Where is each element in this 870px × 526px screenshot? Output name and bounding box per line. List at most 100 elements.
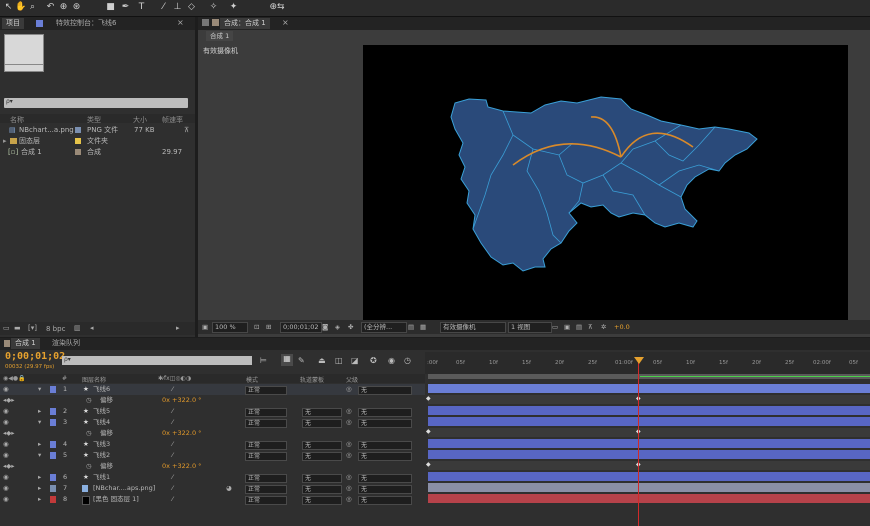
expand-arrow-icon[interactable]: ▾ bbox=[38, 450, 41, 461]
layer-bar[interactable] bbox=[428, 494, 870, 503]
label-swatch[interactable] bbox=[50, 441, 56, 448]
viewer-timecode[interactable]: 0;00;01;02 bbox=[280, 322, 322, 333]
trkmat-select[interactable]: 无 bbox=[302, 419, 342, 428]
timeline-icon[interactable]: ▤ bbox=[576, 323, 582, 331]
safe-areas-icon[interactable]: ⊡ bbox=[254, 323, 259, 331]
parent-select[interactable]: 无 bbox=[358, 452, 412, 461]
mode-select[interactable]: 正常 bbox=[245, 441, 287, 450]
layer-name[interactable]: 飞线6 bbox=[93, 384, 110, 395]
layer-row[interactable]: ◉ ▸ 8 [黑色 固态层 1] ⁄ 正常 无 ◎ 无 bbox=[0, 494, 425, 505]
new-folder-icon[interactable]: ▬ bbox=[14, 324, 21, 332]
layer-row[interactable]: ◉ ▾ 5 ★ 飞线2 ⁄ 正常 无 ◎ 无 bbox=[0, 450, 425, 461]
label-swatch[interactable] bbox=[50, 496, 56, 503]
selection-tool-icon[interactable]: ↖ bbox=[3, 2, 14, 13]
parent-select[interactable]: 无 bbox=[358, 408, 412, 417]
transparency-grid-icon[interactable]: ▦ bbox=[420, 323, 426, 331]
project-item-png[interactable]: ▤ NBchart...a.png PNG 文件 77 KB ⊼ bbox=[0, 125, 195, 135]
region-of-interest-icon[interactable]: ▤ bbox=[408, 323, 414, 331]
current-time-indicator[interactable] bbox=[638, 358, 639, 526]
stopwatch-icon[interactable]: ◷ bbox=[86, 428, 92, 439]
flowchart-icon[interactable]: ⊼ bbox=[588, 323, 593, 331]
project-search-input[interactable]: ρ▾ bbox=[4, 98, 188, 108]
layer-row[interactable]: ◉ ▸ 7 [NBchar....aps.png] ⁄ ◕ 正常 无 ◎ 无 bbox=[0, 483, 425, 494]
pickwhip-icon[interactable]: ◎ bbox=[346, 450, 352, 461]
layer-bar[interactable] bbox=[428, 472, 870, 481]
expand-arrow-icon[interactable]: ▸ bbox=[38, 494, 41, 505]
layer-name[interactable]: 飞线5 bbox=[93, 406, 110, 417]
new-comp-icon[interactable]: [▾] bbox=[28, 324, 37, 332]
effect-property-row[interactable]: ◂◆▸ ◷ 偏移 0x +322.0 ° bbox=[0, 461, 425, 472]
draft-3d-icon[interactable]: ✎ bbox=[298, 356, 305, 365]
rotate-tool-icon[interactable]: ↶ bbox=[45, 2, 56, 13]
brainstorm-icon[interactable]: ◉ bbox=[388, 356, 395, 365]
layer-bar[interactable] bbox=[428, 439, 870, 448]
comp-navigator-button[interactable]: 合成 1 bbox=[206, 31, 234, 41]
label-swatch[interactable] bbox=[50, 386, 56, 393]
axis-icon[interactable]: ⊕⇆ bbox=[266, 2, 288, 13]
keyframe-nav-icon[interactable]: ◂◆▸ bbox=[3, 395, 15, 406]
lock-icon[interactable] bbox=[202, 19, 209, 26]
frame-blend-icon[interactable]: ◫ bbox=[335, 356, 343, 365]
parent-select[interactable]: 无 bbox=[358, 441, 412, 450]
property-value[interactable]: 0x +322.0 ° bbox=[162, 395, 201, 406]
layer-name[interactable]: 飞线1 bbox=[93, 472, 110, 483]
composition-canvas[interactable] bbox=[363, 45, 848, 321]
tab-effect-controls[interactable]: 特效控制台：飞线6 bbox=[52, 18, 120, 29]
mode-select[interactable]: 正常 bbox=[245, 419, 287, 428]
quality-icon[interactable]: ⁄ bbox=[172, 439, 173, 450]
mode-select[interactable]: 正常 bbox=[245, 386, 287, 395]
time-ruler[interactable]: :00f 05f 10f 15f 20f 25f 01:00f 05f 10f … bbox=[425, 352, 870, 374]
stopwatch-icon[interactable]: ◷ bbox=[86, 461, 92, 472]
layer-name[interactable]: 飞线3 bbox=[93, 439, 110, 450]
col-parent[interactable]: 父级 bbox=[346, 375, 358, 384]
camera-select[interactable]: 有效摄像机 bbox=[440, 322, 506, 333]
expand-arrow-icon[interactable]: ▾ bbox=[38, 384, 41, 395]
keyframe-track[interactable]: ◆ ◆ bbox=[426, 428, 870, 437]
view-layout-select[interactable]: 1 视图 bbox=[508, 322, 552, 333]
expand-arrow-icon[interactable]: ▸ bbox=[38, 483, 41, 494]
parent-select[interactable]: 无 bbox=[358, 474, 412, 483]
3d-layer-icon[interactable]: ◕ bbox=[226, 483, 232, 494]
label-swatch[interactable] bbox=[50, 419, 56, 426]
interpret-footage-icon[interactable]: ▭ bbox=[3, 324, 10, 332]
close-icon[interactable]: × bbox=[282, 18, 289, 27]
layer-row[interactable]: ◉ ▾ 1 ★ 飞线6 ⁄ 正常 ◎ 无 bbox=[0, 384, 425, 395]
col-size[interactable]: 大小 bbox=[133, 115, 147, 125]
parent-select[interactable]: 无 bbox=[358, 419, 412, 428]
rectangle-tool-icon[interactable]: ■ bbox=[105, 2, 116, 13]
label-swatch[interactable] bbox=[50, 408, 56, 415]
trkmat-select[interactable]: 无 bbox=[302, 485, 342, 494]
layer-row[interactable]: ◉ ▸ 6 ★ 飞线1 ⁄ 正常 无 ◎ 无 bbox=[0, 472, 425, 483]
eye-icon[interactable]: ◉ bbox=[3, 450, 9, 461]
layer-name[interactable]: [黑色 固态层 1] bbox=[93, 494, 139, 505]
puppet-tool-icon[interactable]: ✦ bbox=[228, 2, 239, 13]
expand-arrow-icon[interactable]: ▸ bbox=[38, 472, 41, 483]
keyframe-track[interactable]: ◆ ◆ bbox=[426, 461, 870, 470]
exposure-value[interactable]: +0.0 bbox=[614, 323, 630, 331]
layer-bar[interactable] bbox=[428, 417, 870, 426]
eye-icon[interactable]: ◉ bbox=[3, 406, 9, 417]
property-value[interactable]: 0x +322.0 ° bbox=[162, 461, 201, 472]
pen-tool-icon[interactable]: ✒ bbox=[120, 2, 131, 13]
comp-mini-flowchart-icon[interactable]: ⊨ bbox=[260, 356, 267, 365]
expand-arrow-icon[interactable]: ▾ bbox=[38, 417, 41, 428]
av-switches-icon[interactable]: ◉◀●🔒 bbox=[3, 375, 26, 382]
resolution-select[interactable]: (全分辨... bbox=[361, 322, 407, 333]
timeline-search-input[interactable]: ρ▾ bbox=[62, 356, 252, 365]
pickwhip-icon[interactable]: ◎ bbox=[346, 406, 352, 417]
layer-bar[interactable] bbox=[428, 450, 870, 459]
trkmat-select[interactable]: 无 bbox=[302, 452, 342, 461]
clock-icon[interactable]: ◷ bbox=[404, 356, 411, 365]
eye-icon[interactable]: ◉ bbox=[3, 472, 9, 483]
scroll-left-icon[interactable]: ◂ bbox=[90, 324, 94, 332]
eye-icon[interactable]: ◉ bbox=[3, 494, 9, 505]
grid-icon[interactable]: ⊞ bbox=[266, 323, 271, 331]
close-icon[interactable]: × bbox=[177, 18, 184, 27]
trkmat-select[interactable]: 无 bbox=[302, 474, 342, 483]
stopwatch-icon[interactable]: ◷ bbox=[86, 395, 92, 406]
quality-icon[interactable]: ⁄ bbox=[172, 494, 173, 505]
mode-select[interactable]: 正常 bbox=[245, 408, 287, 417]
clone-stamp-icon[interactable]: ⊥ bbox=[172, 2, 183, 13]
pickwhip-icon[interactable]: ◎ bbox=[346, 494, 352, 505]
shy-icon[interactable]: ⏏ bbox=[318, 356, 326, 365]
